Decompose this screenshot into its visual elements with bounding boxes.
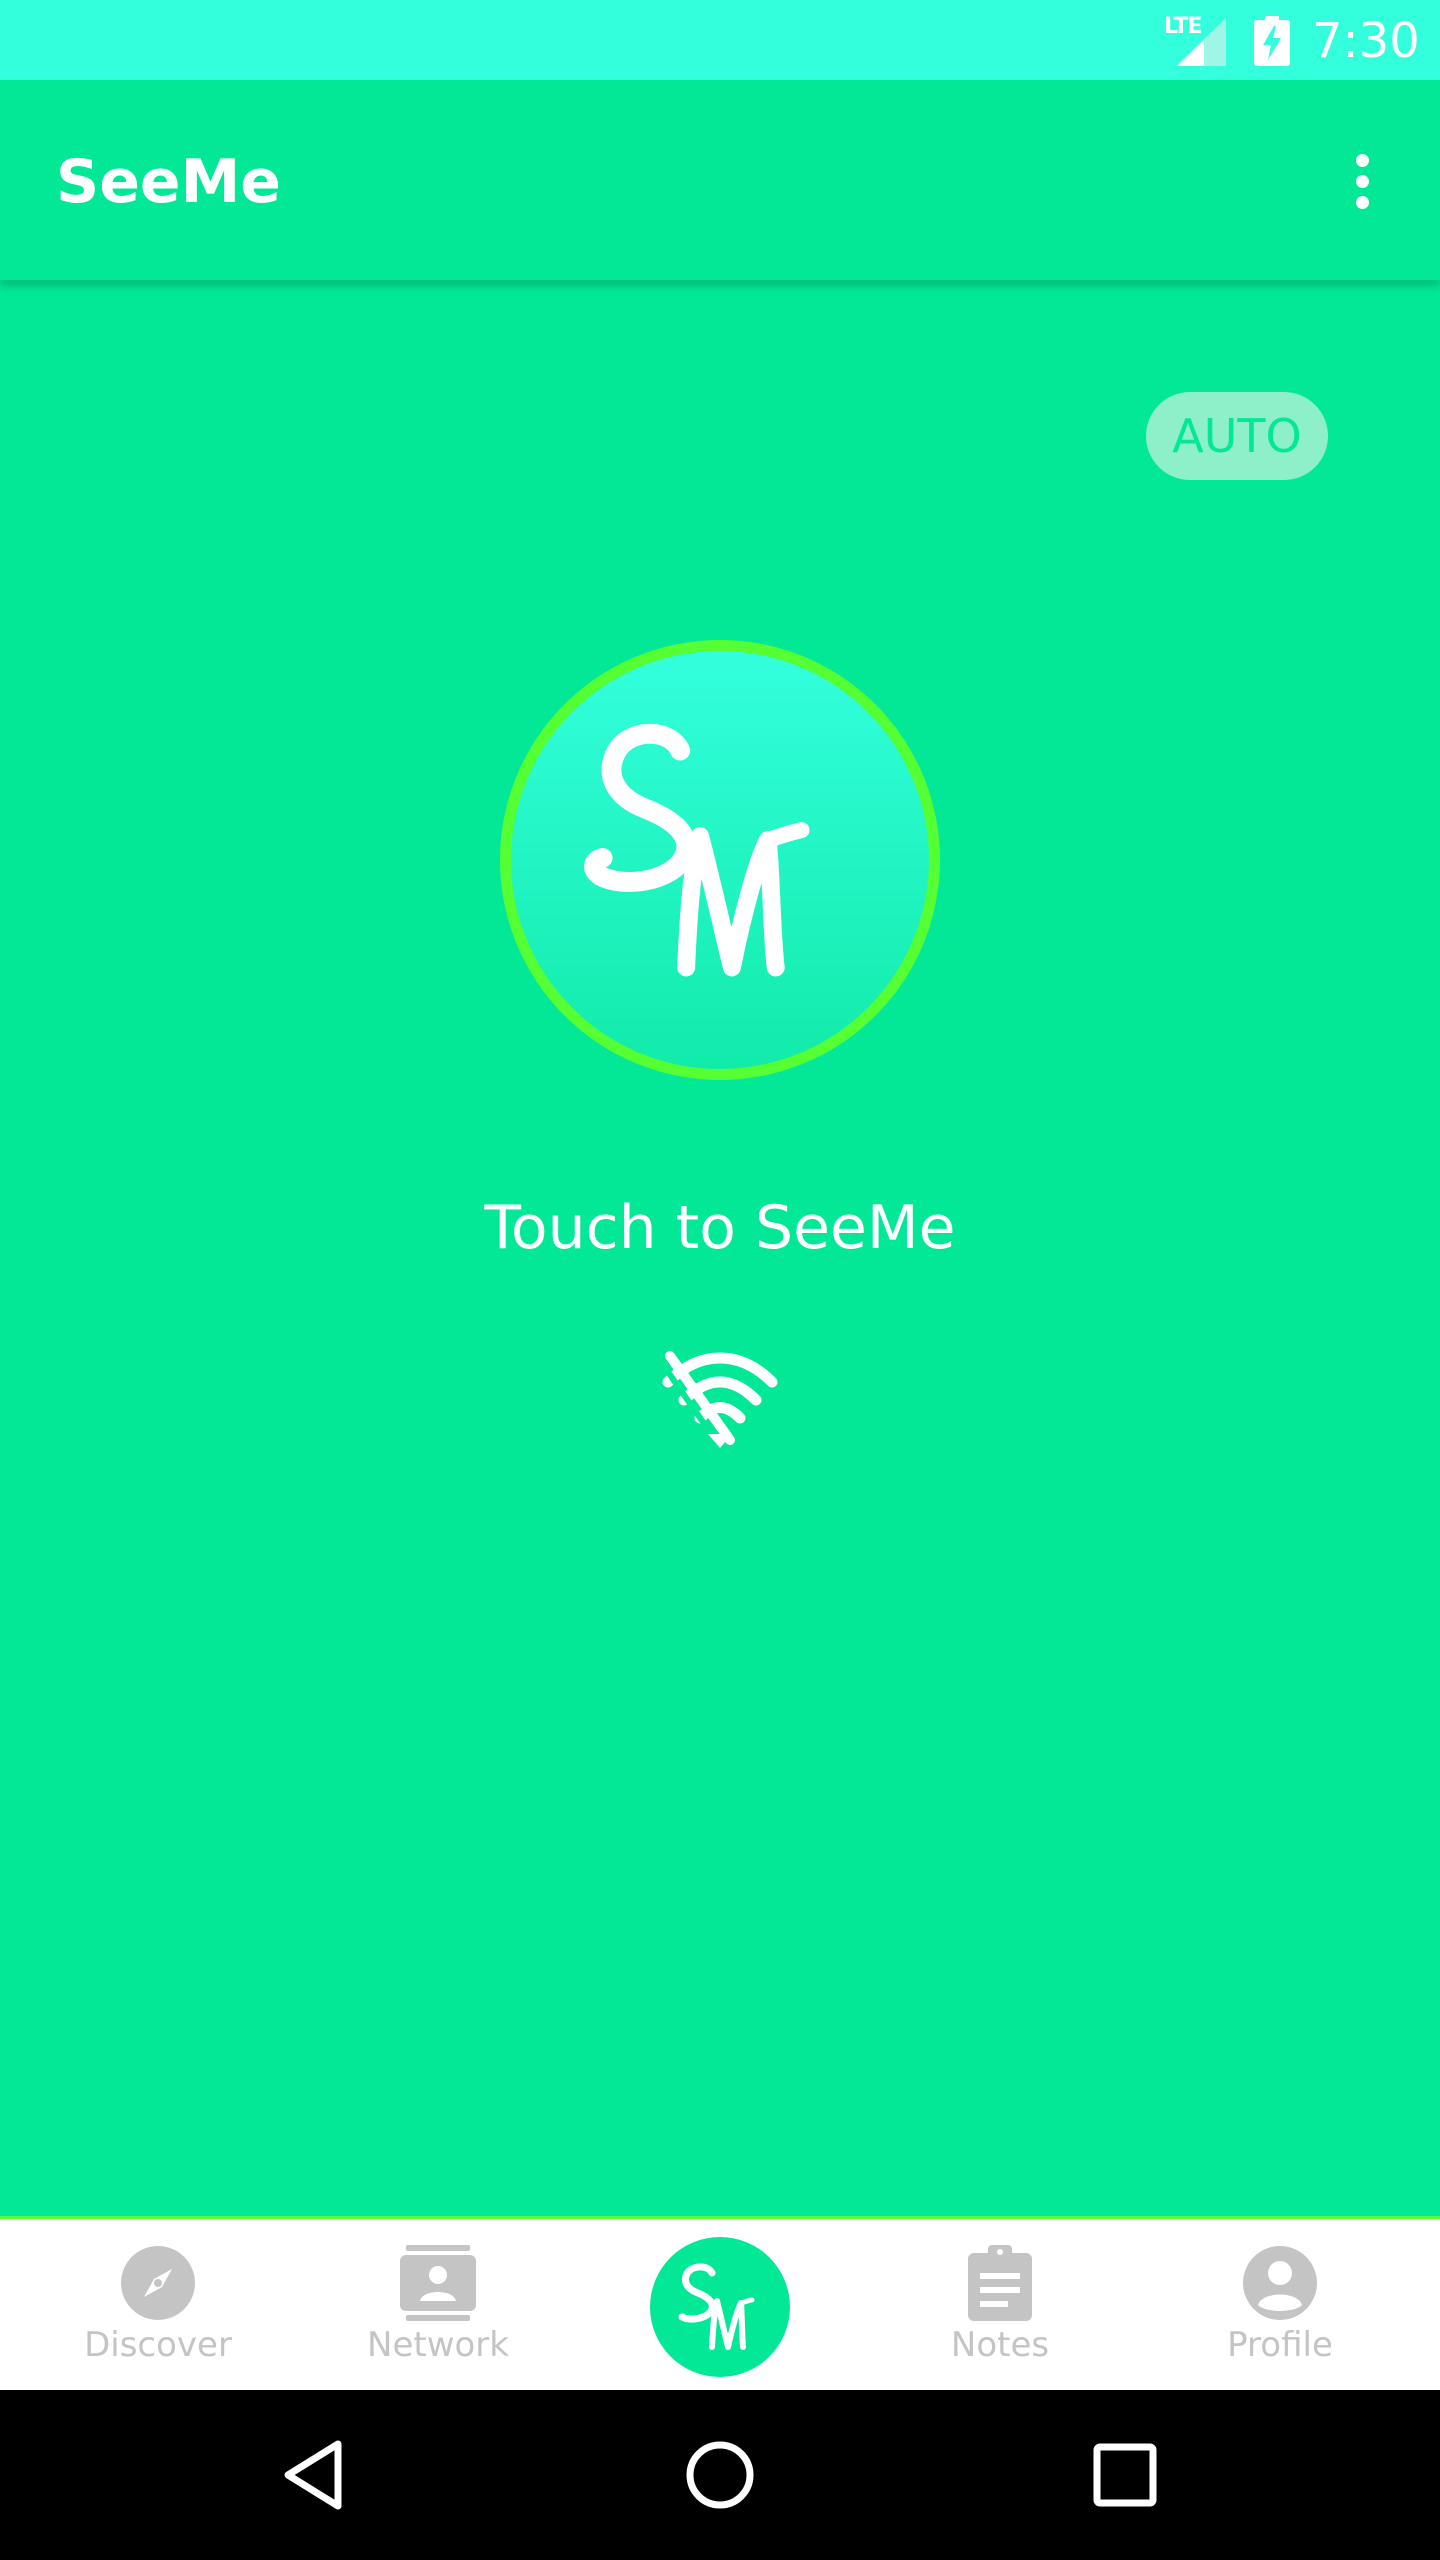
nav-item-network[interactable]: Network [338, 2219, 538, 2393]
battery-charging-icon [1254, 16, 1290, 66]
nav-label-discover: Discover [84, 2325, 232, 2365]
more-vert-icon[interactable] [1330, 146, 1394, 218]
nav-label-notes: Notes [950, 2325, 1050, 2365]
app-title: SeeMe [56, 147, 281, 217]
seeme-home-screen: LTE 7:30 SeeMe AUTO Touch to SeeMe Disco… [0, 0, 1440, 2560]
back-icon[interactable] [272, 2430, 362, 2520]
wifi-off-icon [662, 1351, 778, 1448]
nav-item-profile[interactable]: Profile [1180, 2219, 1380, 2393]
status-bar: LTE 7:30 [0, 0, 1440, 80]
seeme-logo-icon [584, 723, 810, 977]
seeme-logo-icon [678, 2263, 755, 2350]
clipboard-icon [968, 2245, 1032, 2321]
seeme-main-button[interactable] [500, 640, 940, 1080]
nav-label-profile: Profile [1227, 2325, 1333, 2365]
app-bar: SeeMe [0, 80, 1440, 280]
nav-item-seeme[interactable] [650, 2237, 790, 2377]
touch-to-seeme-label: Touch to SeeMe [484, 1193, 956, 1263]
system-navigation-bar [0, 2390, 1440, 2560]
nav-label-network: Network [367, 2325, 509, 2365]
home-icon[interactable] [675, 2430, 765, 2520]
clock: 7:30 [1312, 13, 1420, 69]
account-circle-icon [1243, 2246, 1317, 2320]
contacts-icon [400, 2245, 476, 2321]
compass-icon [121, 2246, 195, 2320]
nav-item-discover[interactable]: Discover [58, 2219, 258, 2393]
bottom-navigation: Discover Network Notes Profile [0, 2216, 1440, 2390]
signal-icon [1176, 18, 1226, 66]
nav-item-notes[interactable]: Notes [900, 2219, 1100, 2393]
recents-icon[interactable] [1080, 2430, 1170, 2520]
auto-mode-toggle[interactable]: AUTO [1146, 392, 1328, 480]
